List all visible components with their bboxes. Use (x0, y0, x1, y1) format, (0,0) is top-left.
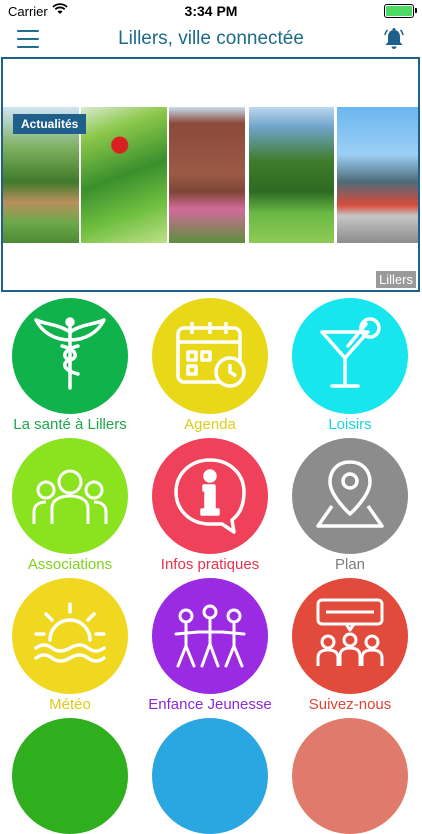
page-title: Lillers, ville connectée (118, 28, 304, 49)
tile-associations[interactable]: Associations (0, 438, 140, 588)
tile-label: Météo (49, 696, 91, 713)
sun-sea-circle (12, 578, 128, 694)
battery-icon (384, 4, 417, 18)
info-bubble-circle (152, 438, 268, 554)
calendar-clock-icon (168, 312, 252, 401)
group-people-circle (12, 438, 128, 554)
news-photo-townhall[interactable] (169, 107, 245, 243)
sun-sea-icon (28, 592, 112, 681)
group-people-icon (28, 452, 112, 541)
map-pin-circle (292, 438, 408, 554)
caduceus-icon (28, 312, 112, 401)
calendar-clock-circle (152, 298, 268, 414)
tile-label: Infos pratiques (160, 556, 260, 573)
notification-bell-icon[interactable] (382, 27, 406, 51)
news-category-badge: Actualités (13, 114, 87, 134)
tile-label: La santé à Lillers (13, 416, 127, 433)
news-carousel[interactable]: Actualités Lillers (1, 57, 420, 292)
tile-label: Associations (27, 556, 113, 573)
community-chat-circle (292, 578, 408, 694)
tile-plan[interactable]: Plan (280, 438, 420, 588)
cocktail-circle (292, 298, 408, 414)
tile-label: Loisirs (328, 416, 372, 433)
cocktail-icon (308, 312, 392, 401)
clock-time: 3:34 PM (184, 3, 238, 19)
status-bar: Carrier 3:34 PM (0, 0, 422, 22)
tile-label: Plan (334, 556, 366, 573)
tile-enfance-jeunesse[interactable]: Enfance Jeunesse (140, 578, 280, 728)
partial-tile-center[interactable] (152, 718, 268, 834)
tile-agenda[interactable]: Agenda (140, 298, 280, 448)
navigation-bar: Lillers, ville connectée (0, 22, 422, 56)
partial-tile-right[interactable] (292, 718, 408, 834)
tile-sante[interactable]: La santé à Lillers (0, 298, 140, 448)
news-photo-garden[interactable] (249, 107, 334, 243)
tile-infos-pratiques[interactable]: Infos pratiques (140, 438, 280, 588)
children-circle (152, 578, 268, 694)
partial-tile-left[interactable] (12, 718, 128, 834)
tile-label: Agenda (184, 416, 236, 433)
tile-label: Enfance Jeunesse (148, 696, 272, 713)
community-chat-icon (308, 592, 392, 681)
tile-loisirs[interactable]: Loisirs (280, 298, 420, 448)
slide-caption: Lillers (376, 271, 416, 288)
tile-suivez-nous[interactable]: Suivez-nous (280, 578, 420, 728)
caduceus-circle (12, 298, 128, 414)
news-photo-playground[interactable] (337, 107, 418, 243)
info-bubble-icon (168, 452, 252, 541)
map-pin-icon (308, 452, 392, 541)
news-photo-ladybug[interactable] (81, 107, 167, 243)
children-icon (168, 592, 252, 681)
tile-meteo[interactable]: Météo (0, 578, 140, 728)
tile-label: Suivez-nous (308, 696, 392, 713)
